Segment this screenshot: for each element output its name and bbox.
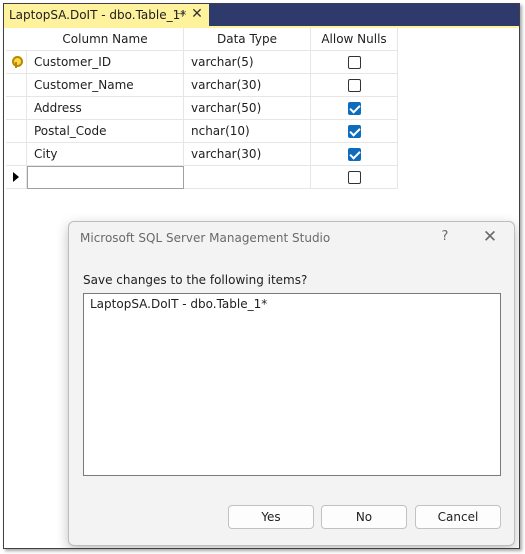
new-data-type-cell[interactable] bbox=[184, 166, 311, 189]
column-name-cell[interactable]: Customer_Name bbox=[27, 74, 184, 97]
data-type-cell[interactable]: varchar(50) bbox=[184, 97, 311, 120]
allow-nulls-cell bbox=[311, 120, 398, 143]
document-tab[interactable]: LaptopSA.DoIT - dbo.Table_1* ⊣ ✕ bbox=[4, 4, 209, 26]
primary-key-icon bbox=[11, 56, 23, 68]
allow-nulls-checkbox[interactable] bbox=[347, 101, 361, 115]
table-row[interactable]: Address varchar(50) bbox=[6, 97, 399, 120]
table-designer-grid: Column Name Data Type Allow Nulls Custom… bbox=[6, 28, 399, 189]
row-selector-header bbox=[6, 28, 27, 51]
dialog-prompt: Save changes to the following items? bbox=[83, 273, 308, 287]
row-selector[interactable] bbox=[6, 166, 27, 189]
row-selector[interactable] bbox=[6, 120, 27, 143]
column-name-cell[interactable]: City bbox=[27, 143, 184, 166]
new-column-name-cell[interactable] bbox=[27, 166, 184, 189]
items-list[interactable]: LaptopSA.DoIT - dbo.Table_1* bbox=[83, 293, 501, 476]
allow-nulls-checkbox[interactable] bbox=[347, 78, 361, 92]
new-table-row[interactable] bbox=[6, 166, 399, 189]
row-selector[interactable] bbox=[6, 97, 27, 120]
row-selector[interactable] bbox=[6, 51, 27, 74]
table-row[interactable]: Customer_Name varchar(30) bbox=[6, 74, 399, 97]
row-selector[interactable] bbox=[6, 74, 27, 97]
allow-nulls-checkbox[interactable] bbox=[347, 55, 361, 69]
allow-nulls-header: Allow Nulls bbox=[311, 28, 398, 51]
table-row[interactable]: Customer_ID varchar(5) bbox=[6, 51, 399, 74]
document-tab-strip: LaptopSA.DoIT - dbo.Table_1* ⊣ ✕ bbox=[4, 4, 519, 26]
allow-nulls-cell bbox=[311, 143, 398, 166]
yes-button[interactable]: Yes bbox=[228, 505, 314, 529]
save-changes-dialog: Microsoft SQL Server Management Studio ?… bbox=[68, 221, 515, 546]
allow-nulls-checkbox[interactable] bbox=[347, 124, 361, 138]
grid-header-row: Column Name Data Type Allow Nulls bbox=[6, 28, 399, 51]
dialog-close-icon[interactable]: ✕ bbox=[481, 228, 499, 246]
table-row[interactable]: City varchar(30) bbox=[6, 143, 399, 166]
allow-nulls-checkbox[interactable] bbox=[347, 147, 361, 161]
column-name-cell[interactable]: Address bbox=[27, 97, 184, 120]
document-tab-title: LaptopSA.DoIT - dbo.Table_1* bbox=[9, 8, 187, 22]
allow-nulls-checkbox[interactable] bbox=[347, 170, 361, 184]
list-item[interactable]: LaptopSA.DoIT - dbo.Table_1* bbox=[90, 297, 267, 311]
column-name-cell[interactable]: Postal_Code bbox=[27, 120, 184, 143]
current-row-arrow-icon bbox=[13, 172, 19, 182]
allow-nulls-cell bbox=[311, 51, 398, 74]
close-tab-icon[interactable]: ✕ bbox=[190, 7, 204, 22]
data-type-cell[interactable]: varchar(30) bbox=[184, 143, 311, 166]
data-type-header: Data Type bbox=[184, 28, 311, 51]
help-icon[interactable]: ? bbox=[437, 228, 453, 246]
data-type-cell[interactable]: varchar(5) bbox=[184, 51, 311, 74]
grid-body: Customer_ID varchar(5) Customer_Name varcha… bbox=[6, 51, 399, 189]
ssms-window: LaptopSA.DoIT - dbo.Table_1* ⊣ ✕ Column … bbox=[3, 3, 520, 549]
table-row[interactable]: Postal_Code nchar(10) bbox=[6, 120, 399, 143]
allow-nulls-cell bbox=[311, 97, 398, 120]
data-type-cell[interactable]: varchar(30) bbox=[184, 74, 311, 97]
dialog-title: Microsoft SQL Server Management Studio bbox=[80, 231, 331, 245]
pin-icon[interactable]: ⊣ bbox=[172, 8, 186, 22]
no-button[interactable]: No bbox=[321, 505, 407, 529]
cancel-button[interactable]: Cancel bbox=[415, 505, 501, 529]
allow-nulls-cell bbox=[311, 166, 398, 189]
column-name-header: Column Name bbox=[27, 28, 184, 51]
column-name-cell[interactable]: Customer_ID bbox=[27, 51, 184, 74]
row-selector[interactable] bbox=[6, 143, 27, 166]
allow-nulls-cell bbox=[311, 74, 398, 97]
data-type-cell[interactable]: nchar(10) bbox=[184, 120, 311, 143]
